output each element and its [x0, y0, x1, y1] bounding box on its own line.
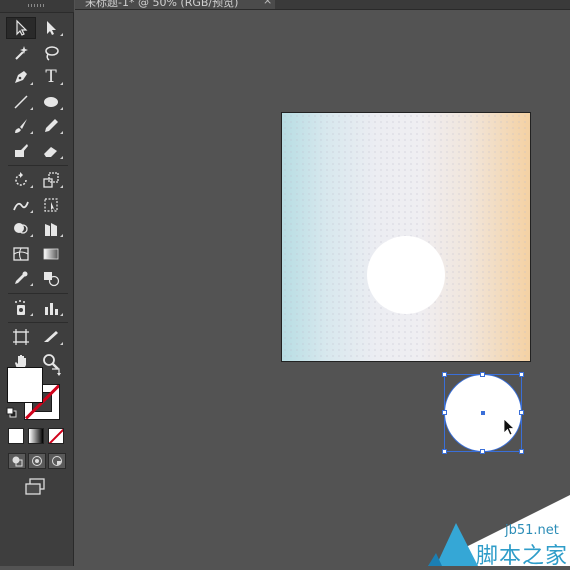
ellipse-icon: [44, 96, 58, 107]
selection-icon: [16, 19, 28, 37]
draw-normal-icon: [12, 456, 23, 467]
gradient-icon: [43, 248, 59, 260]
perspective-grid-icon: [45, 223, 57, 237]
mouse-cursor-icon: [503, 418, 516, 436]
free-transform-icon: [44, 198, 58, 212]
gradient-tool[interactable]: [36, 243, 66, 265]
blob-brush-tool[interactable]: [6, 140, 36, 162]
fill-stroke-control: [6, 366, 68, 422]
type-tool[interactable]: T: [36, 66, 66, 88]
blend-tool[interactable]: [36, 267, 66, 289]
handle-bottom-left[interactable]: [442, 449, 447, 454]
tools-grid: T: [6, 16, 70, 374]
pencil-tool[interactable]: [36, 115, 66, 137]
eraser-icon: [44, 146, 57, 157]
eraser-tool[interactable]: [36, 140, 66, 162]
panel-grip[interactable]: [0, 0, 74, 13]
document-tab-bar: 未标题-1* @ 50% (RGB/预览) ×: [75, 0, 570, 10]
mesh-icon: [13, 247, 29, 261]
white-circle-on-rectangle[interactable]: [367, 236, 445, 314]
type-icon: T: [45, 67, 57, 88]
ellipse-tool[interactable]: [36, 91, 66, 113]
perspective-grid-tool[interactable]: [36, 218, 66, 240]
slice-tool[interactable]: [36, 326, 66, 348]
scale-icon: [43, 172, 59, 188]
selection-center-point: [481, 411, 485, 415]
eyedropper-tool[interactable]: [6, 267, 36, 289]
handle-middle-left[interactable]: [442, 410, 447, 415]
gradient-mode-button[interactable]: [28, 428, 44, 444]
handle-top-right[interactable]: [519, 372, 524, 377]
color-mode-button[interactable]: [8, 428, 24, 444]
pencil-icon: [45, 119, 58, 133]
pen-tool[interactable]: [6, 66, 36, 88]
direct-selection-tool[interactable]: [36, 17, 66, 39]
tools-panel: T: [0, 0, 74, 566]
tab-close-icon[interactable]: ×: [263, 0, 272, 7]
lasso-icon: [45, 46, 59, 61]
rotate-tool[interactable]: [6, 169, 36, 191]
default-fill-stroke-icon[interactable]: [6, 407, 17, 418]
symbol-sprayer-tool[interactable]: [6, 297, 36, 319]
draw-behind-icon: [32, 456, 42, 466]
none-mode-button[interactable]: [48, 428, 64, 444]
lasso-tool[interactable]: [36, 42, 66, 64]
shape-builder-icon: [14, 223, 28, 234]
scale-tool[interactable]: [36, 169, 66, 191]
handle-bottom-right[interactable]: [519, 449, 524, 454]
document-tab[interactable]: 未标题-1* @ 50% (RGB/预览) ×: [75, 0, 275, 9]
mesh-tool[interactable]: [6, 243, 36, 265]
handle-top-center[interactable]: [480, 372, 485, 377]
handle-bottom-center[interactable]: [480, 449, 485, 454]
watermark-site: jb51.net: [505, 523, 559, 538]
line-segment-icon: [14, 95, 28, 109]
symbol-sprayer-icon: [15, 299, 25, 315]
fill-swatch[interactable]: [7, 367, 43, 403]
magic-wand-icon: [15, 45, 28, 60]
rotate-icon: [15, 172, 27, 186]
document-tab-title: 未标题-1* @ 50% (RGB/预览): [85, 0, 239, 9]
paintbrush-icon: [15, 119, 27, 134]
column-graph-tool[interactable]: [36, 297, 66, 319]
line-segment-tool[interactable]: [6, 91, 36, 113]
fill-mode-buttons: [8, 428, 64, 444]
blob-brush-icon: [15, 143, 28, 157]
artboard-icon: [13, 329, 29, 346]
draw-mode-buttons: [8, 453, 66, 469]
free-transform-tool[interactable]: [36, 194, 66, 216]
draw-behind-button[interactable]: [28, 453, 46, 469]
pen-icon: [15, 71, 27, 84]
draw-normal-button[interactable]: [8, 453, 26, 469]
blend-icon: [44, 272, 60, 287]
warp-tool[interactable]: [6, 194, 36, 216]
draw-inside-button[interactable]: [48, 453, 66, 469]
watermark-name: 脚本之家: [476, 544, 569, 569]
handle-middle-right[interactable]: [519, 410, 524, 415]
direct-selection-icon: [47, 21, 56, 36]
shape-builder-tool[interactable]: [6, 218, 36, 240]
magic-wand-tool[interactable]: [6, 42, 36, 64]
draw-inside-icon: [52, 456, 62, 466]
handle-top-left[interactable]: [442, 372, 447, 377]
screen-mode-icon[interactable]: [24, 478, 46, 496]
warp-icon: [13, 201, 29, 211]
swap-fill-stroke-icon[interactable]: [50, 366, 62, 378]
column-graph-icon: [45, 302, 58, 315]
artboard-tool[interactable]: [6, 326, 36, 348]
paintbrush-tool[interactable]: [6, 115, 36, 137]
eyedropper-icon: [15, 271, 28, 285]
selection-tool[interactable]: [6, 17, 36, 40]
slice-icon: [44, 331, 58, 343]
